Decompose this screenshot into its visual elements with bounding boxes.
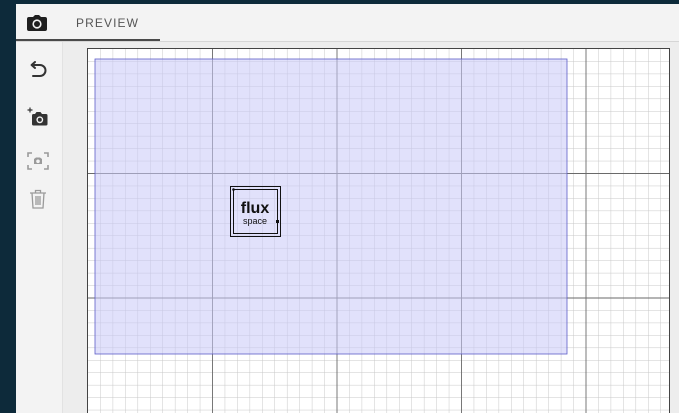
add-camera-icon[interactable] <box>25 104 51 130</box>
preview-window: PREVIEW flux space <box>16 4 679 413</box>
grid-canvas[interactable]: flux space <box>88 49 669 413</box>
tab-preview-label: PREVIEW <box>76 16 140 30</box>
preview-canvas[interactable]: flux space <box>87 48 670 413</box>
logo-text-space: space <box>243 216 267 226</box>
preview-region <box>94 58 568 355</box>
workarea[interactable]: flux space <box>63 42 679 413</box>
scan-area-icon[interactable] <box>25 148 51 174</box>
trash-icon[interactable] <box>25 186 51 212</box>
camera-icon[interactable] <box>26 13 48 33</box>
tab-bar: PREVIEW <box>16 4 679 42</box>
logo-text-flux: flux <box>241 200 270 217</box>
tool-sidebar <box>16 42 63 413</box>
undo-icon[interactable] <box>25 58 51 84</box>
